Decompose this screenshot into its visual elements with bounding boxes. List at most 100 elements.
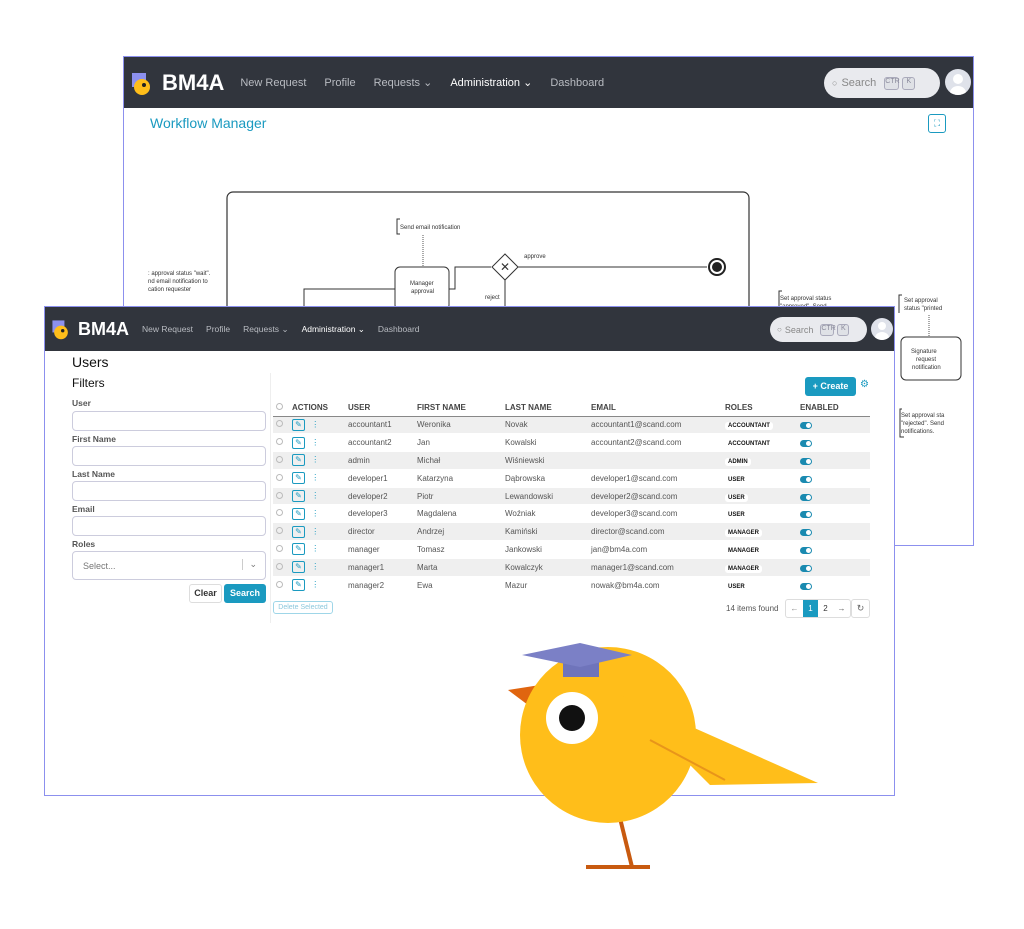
search-button[interactable]: Search <box>224 584 266 603</box>
enabled-toggle[interactable] <box>800 493 812 501</box>
col-last-name[interactable]: LAST NAME <box>505 399 591 417</box>
roles-select[interactable]: Select... ⌄ <box>72 551 266 580</box>
nav-profile[interactable]: Profile <box>206 324 230 334</box>
col-first-name[interactable]: FIRST NAME <box>417 399 505 417</box>
last-name-filter-input[interactable] <box>72 481 266 501</box>
refresh-button[interactable]: ↻ <box>851 599 870 618</box>
cell-email: developer1@scand.com <box>591 469 725 488</box>
delete-selected-button[interactable]: Delete Selected <box>273 601 333 614</box>
row-checkbox[interactable] <box>276 527 283 535</box>
page-2-button[interactable]: 2 <box>818 600 833 617</box>
roles-placeholder: Select... <box>83 561 116 571</box>
cell-first-name: Piotr <box>417 487 505 506</box>
row-checkbox[interactable] <box>276 562 283 570</box>
create-button[interactable]: + Create <box>805 377 856 396</box>
edit-pencil-icon[interactable]: ✎ <box>292 543 305 556</box>
more-vertical-icon[interactable]: ⋮ <box>311 580 319 589</box>
edit-pencil-icon[interactable]: ✎ <box>292 561 305 574</box>
cell-first-name: Ewa <box>417 576 505 595</box>
edit-pencil-icon[interactable]: ✎ <box>292 507 305 520</box>
enabled-toggle[interactable] <box>800 546 812 554</box>
row-checkbox[interactable] <box>276 544 283 552</box>
cell-first-name: Jan <box>417 433 505 453</box>
more-vertical-icon[interactable]: ⋮ <box>311 491 319 500</box>
top-nav: BM4A New Request Profile Requests ⌄ Admi… <box>45 307 894 351</box>
col-user[interactable]: USER <box>348 399 417 417</box>
chevron-down-icon: ⌄ <box>242 559 257 570</box>
enabled-toggle[interactable] <box>800 529 812 537</box>
cell-user: manager2 <box>348 576 417 595</box>
edit-pencil-icon[interactable]: ✎ <box>292 525 305 538</box>
nav-administration[interactable]: Administration ⌄ <box>302 324 365 335</box>
role-badge: MANAGER <box>725 564 762 573</box>
edit-pencil-icon[interactable]: ✎ <box>292 436 305 449</box>
more-vertical-icon[interactable]: ⋮ <box>311 473 319 482</box>
email-filter-input[interactable] <box>72 516 266 536</box>
enabled-toggle[interactable] <box>800 564 812 572</box>
enabled-toggle[interactable] <box>800 582 812 590</box>
svg-text:status "printed: status "printed <box>904 306 942 312</box>
enabled-toggle[interactable] <box>800 511 812 519</box>
logo[interactable]: BM4A <box>49 317 129 341</box>
role-badge: ADMIN <box>725 457 751 466</box>
more-vertical-icon[interactable]: ⋮ <box>311 438 319 447</box>
enabled-toggle[interactable] <box>800 475 812 483</box>
role-badge: MANAGER <box>725 546 762 555</box>
cell-last-name: Jankowski <box>505 540 591 559</box>
table-row[interactable]: ✎ ⋮ accountant1 Weronika Novak accountan… <box>273 416 870 435</box>
table-row[interactable]: ✎ ⋮ developer3 Magdalena Woźniak develop… <box>273 504 870 524</box>
enabled-toggle[interactable] <box>800 422 812 430</box>
row-checkbox[interactable] <box>276 491 283 499</box>
edit-pencil-icon[interactable]: ✎ <box>292 418 305 431</box>
more-vertical-icon[interactable]: ⋮ <box>311 420 319 429</box>
table-row[interactable]: ✎ ⋮ admin Michał Wiśniewski ADMIN <box>273 451 870 470</box>
more-vertical-icon[interactable]: ⋮ <box>311 509 319 518</box>
row-checkbox[interactable] <box>276 438 283 446</box>
edit-pencil-icon[interactable]: ✎ <box>292 490 305 503</box>
next-page-button[interactable]: → <box>833 600 850 617</box>
more-vertical-icon[interactable]: ⋮ <box>311 527 319 536</box>
table-row[interactable]: ✎ ⋮ manager Tomasz Jankowski jan@bm4a.co… <box>273 540 870 559</box>
pagination: ← 1 2 → <box>785 599 851 618</box>
avatar[interactable] <box>871 318 893 340</box>
col-email[interactable]: EMAIL <box>591 399 725 417</box>
more-vertical-icon[interactable]: ⋮ <box>311 544 319 553</box>
more-vertical-icon[interactable]: ⋮ <box>311 562 319 571</box>
row-checkbox[interactable] <box>276 473 283 481</box>
clear-button[interactable]: Clear <box>189 584 222 603</box>
col-roles[interactable]: ROLES <box>725 399 800 417</box>
prev-page-button[interactable]: ← <box>786 600 803 617</box>
nav-new-request[interactable]: New Request <box>142 324 193 334</box>
settings-gear-icon[interactable]: ⚙ <box>860 379 869 390</box>
svg-text:Set approval sta: Set approval sta <box>901 413 945 419</box>
cell-user: admin <box>348 451 417 470</box>
user-filter-input[interactable] <box>72 411 266 431</box>
edit-pencil-icon[interactable]: ✎ <box>292 454 305 467</box>
more-vertical-icon[interactable]: ⋮ <box>311 455 319 464</box>
table-row[interactable]: ✎ ⋮ manager2 Ewa Mazur nowak@bm4a.com US… <box>273 576 870 595</box>
page-1-button[interactable]: 1 <box>803 600 818 617</box>
col-enabled[interactable]: ENABLED <box>800 399 870 417</box>
table-row[interactable]: ✎ ⋮ manager1 Marta Kowalczyk manager1@sc… <box>273 558 870 577</box>
edit-pencil-icon[interactable]: ✎ <box>292 472 305 485</box>
row-checkbox[interactable] <box>276 509 283 517</box>
nav-requests[interactable]: Requests ⌄ <box>243 324 288 335</box>
row-checkbox[interactable] <box>276 455 283 463</box>
table-row[interactable]: ✎ ⋮ director Andrzej Kamiński director@s… <box>273 522 870 542</box>
svg-text:"rejected". Send: "rejected". Send <box>901 421 944 427</box>
enabled-toggle[interactable] <box>800 440 812 448</box>
first-name-filter-input[interactable] <box>72 446 266 466</box>
table-row[interactable]: ✎ ⋮ developer2 Piotr Lewandowski develop… <box>273 487 870 506</box>
cell-first-name: Katarzyna <box>417 469 505 488</box>
nav-dashboard[interactable]: Dashboard <box>378 324 420 334</box>
edit-pencil-icon[interactable]: ✎ <box>292 579 305 592</box>
cell-user: director <box>348 522 417 542</box>
search-icon: ○ <box>777 325 782 334</box>
search-box[interactable]: ○ Search CTR K <box>770 317 867 342</box>
table-row[interactable]: ✎ ⋮ developer1 Katarzyna Dąbrowska devel… <box>273 469 870 488</box>
table-row[interactable]: ✎ ⋮ accountant2 Jan Kowalski accountant2… <box>273 433 870 453</box>
row-checkbox[interactable] <box>276 580 283 588</box>
row-checkbox[interactable] <box>276 420 283 428</box>
select-all-checkbox[interactable] <box>276 402 283 410</box>
enabled-toggle[interactable] <box>800 457 812 465</box>
